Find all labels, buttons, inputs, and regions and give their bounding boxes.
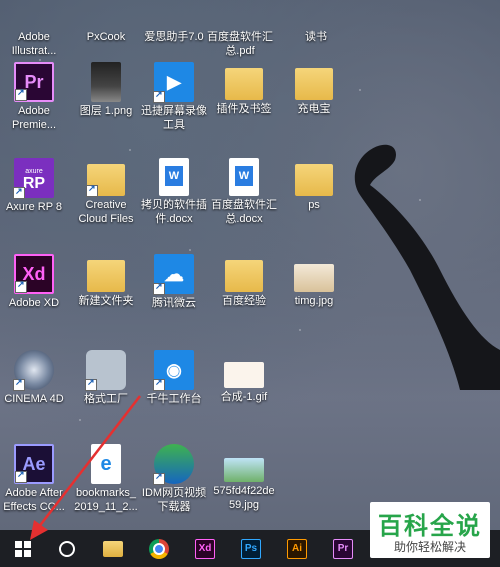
shortcut-arrow-icon (85, 377, 97, 391)
icon-label: 百度经验 (222, 295, 266, 307)
icon-label: 合成-1.gif (220, 391, 268, 403)
image-thumbnail-icon (91, 62, 121, 102)
icon-label: ps (308, 199, 320, 211)
qianniu-icon: ◉ (153, 350, 194, 391)
icon-label: 拷贝的软件插 件.docx (141, 199, 207, 225)
shortcut-arrow-icon (153, 281, 165, 295)
icon-label: Axure RP 8 (5, 201, 63, 213)
icon-label: Adobe Premie... (11, 105, 56, 131)
shortcut-arrow-icon (13, 377, 25, 391)
shortcut-arrow-icon (153, 377, 165, 391)
desktop-icon-axure[interactable]: axureRP Axure RP 8 (0, 158, 74, 214)
axure-icon: axure RP (13, 158, 54, 199)
shortcut-arrow-icon (15, 469, 27, 483)
illustrator-icon: Ai (287, 538, 307, 559)
taskbar-illustrator[interactable]: Ai (274, 530, 320, 567)
folder-icon (295, 164, 333, 196)
shortcut-arrow-icon (13, 185, 25, 199)
icon-label: 腾讯微云 (152, 297, 196, 309)
search-button[interactable] (44, 530, 90, 567)
desktop-icon-illustrator[interactable]: Adobe Illustrat... (0, 0, 74, 58)
icon-label: Adobe After Effects CC... (3, 487, 65, 513)
icon-label: 百度盘软件汇 总.pdf (207, 31, 273, 57)
desktop-icon-hecheng-gif[interactable]: 合成-1.gif (204, 350, 284, 404)
word-doc-icon: W (159, 158, 189, 196)
desktop-icon-qianniu[interactable]: ◉ 千牛工作台 (134, 350, 214, 406)
icon-label: CINEMA 4D (4, 393, 64, 405)
desktop-icon-575fd-jpg[interactable]: 575fd4f22de 59.jpg (204, 444, 284, 512)
cinema4d-icon (13, 350, 54, 391)
desktop-icon-baidu-jingyan[interactable]: 百度经验 (204, 254, 284, 308)
shortcut-arrow-icon (86, 183, 98, 197)
format-factory-icon (85, 350, 126, 391)
shortcut-arrow-icon (153, 89, 165, 103)
desktop-icon-baidu-docx[interactable]: W 百度盘软件汇 总.docx (204, 158, 284, 226)
icon-label: 充电宝 (297, 103, 331, 115)
desktop-icon-copied-docx[interactable]: W 拷贝的软件插 件.docx (134, 158, 214, 226)
desktop-icon-xunjie[interactable]: ▶ 迅捷屏幕录像 工具 (134, 62, 214, 132)
chrome-icon (149, 538, 169, 559)
photoshop-icon: Ps (241, 538, 261, 559)
premiere-icon: Pr (14, 62, 54, 102)
watermark-logo: 百科全说 助你轻松解决 (370, 502, 490, 558)
taskbar-photoshop[interactable]: Ps (228, 530, 274, 567)
folder-icon (225, 260, 263, 292)
folder-icon (87, 260, 125, 292)
taskbar-adobe-xd[interactable]: Xd (182, 530, 228, 567)
shortcut-arrow-icon (15, 279, 27, 293)
cortana-circle-icon (59, 540, 75, 557)
desktop-icon-timg[interactable]: timg.jpg (274, 254, 354, 308)
desktop-icon-baidu-pdf[interactable]: 百度盘软件汇 总.pdf (200, 0, 280, 58)
shortcut-arrow-icon (153, 471, 165, 485)
desktop-icon-premiere[interactable]: Pr Adobe Premie... (0, 62, 74, 132)
desktop-icon-dushu[interactable]: 读书 (276, 0, 356, 44)
wallpaper-silhouette (354, 144, 500, 390)
desktop-icon-weiyun[interactable]: ☁ 腾讯微云 (134, 254, 214, 310)
creative-cloud-folder-icon (86, 164, 125, 197)
icon-label: 插件及书签 (216, 103, 272, 115)
icon-label: 百度盘软件汇 总.docx (211, 199, 277, 225)
taskbar-chrome[interactable] (136, 530, 182, 567)
windows-logo-icon (15, 540, 31, 557)
folder-icon (295, 68, 333, 100)
icon-label: Adobe Illustrat... (11, 31, 57, 57)
icon-label: IDM网页视频 下载器 (141, 487, 207, 513)
desktop-icon-after-effects[interactable]: Ae Adobe After Effects CC... (0, 444, 74, 514)
icon-label: 575fd4f22de 59.jpg (213, 485, 275, 511)
taskbar-file-explorer[interactable] (90, 530, 136, 567)
desktop-icon-xd[interactable]: Xd Adobe XD (0, 254, 74, 310)
word-doc-icon: W (229, 158, 259, 196)
taskbar-premiere[interactable]: Pr (320, 530, 366, 567)
icon-label: 读书 (305, 31, 327, 43)
desktop-icon-powerbank[interactable]: 充电宝 (274, 62, 354, 116)
watermark-title: 百科全说 (378, 512, 482, 540)
icon-label: timg.jpg (294, 295, 334, 307)
html-file-icon: e (91, 444, 121, 484)
screen-recorder-icon: ▶ (153, 62, 194, 103)
adobe-xd-icon: Xd (195, 538, 215, 559)
idm-icon (153, 444, 194, 485)
image-thumbnail-icon (294, 264, 334, 292)
desktop-icon-plugins[interactable]: 插件及书签 (204, 62, 284, 116)
folder-icon (103, 540, 123, 557)
start-button[interactable] (0, 530, 46, 567)
icon-label: 千牛工作台 (146, 393, 202, 405)
icon-label: Adobe XD (8, 297, 60, 309)
cloud-icon: ☁ (153, 254, 194, 295)
adobe-xd-icon: Xd (14, 254, 54, 294)
image-thumbnail-icon (224, 458, 264, 482)
premiere-icon: Pr (333, 538, 353, 559)
shortcut-arrow-icon (15, 87, 27, 101)
gif-thumbnail-icon (224, 362, 264, 388)
folder-icon (225, 68, 263, 100)
after-effects-icon: Ae (14, 444, 54, 484)
icon-label: 迅捷屏幕录像 工具 (141, 105, 207, 131)
desktop-icon-cinema4d[interactable]: CINEMA 4D (0, 350, 74, 406)
desktop-icon-ps-folder[interactable]: ps (274, 158, 354, 212)
desktop-icon-idm[interactable]: IDM网页视频 下载器 (134, 444, 214, 514)
watermark-subtitle: 助你轻松解决 (393, 540, 466, 554)
